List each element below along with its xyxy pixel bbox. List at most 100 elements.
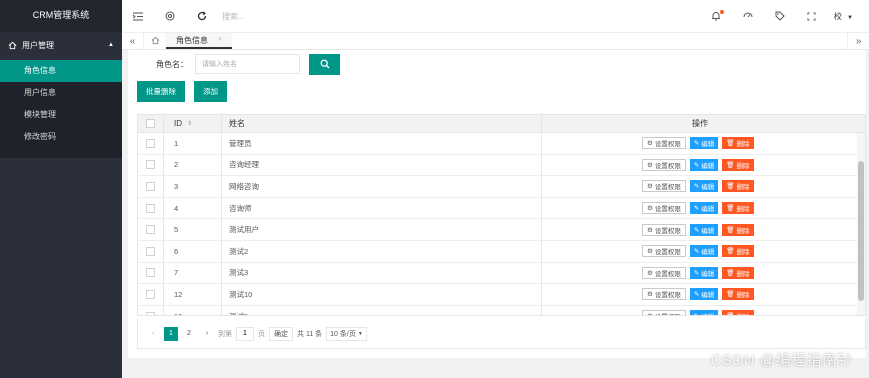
home-icon (8, 41, 17, 50)
sidebar-item-change-password[interactable]: 修改密码 (0, 126, 122, 148)
tab-scroll-right-icon[interactable]: » (847, 33, 869, 49)
cell-id: 4 (164, 197, 222, 219)
cell-id: 5 (164, 219, 222, 240)
tab-role-info[interactable]: 角色信息 × (166, 33, 232, 49)
delete-button[interactable]: 🗑删除 (722, 202, 754, 215)
column-header-name: 姓名 (222, 115, 542, 132)
sort-icon[interactable]: ⇕ (187, 120, 192, 127)
table-scrollbar[interactable] (857, 133, 865, 315)
delete-button[interactable]: 🗑删除 (722, 223, 754, 236)
set-permission-button[interactable]: ⚙设置权限 (642, 245, 686, 258)
row-checkbox[interactable] (146, 268, 155, 278)
set-permission-button[interactable]: ⚙设置权限 (642, 137, 686, 150)
batch-delete-button[interactable]: 批量删除 (137, 81, 185, 102)
tab-home[interactable] (144, 33, 166, 49)
gear-icon: ⚙ (647, 312, 653, 315)
user-menu[interactable]: 校 ▼ (828, 11, 869, 22)
trash-icon: 🗑 (726, 248, 735, 256)
goto-confirm-button[interactable]: 确定 (269, 326, 293, 341)
delete-button[interactable]: 🗑删除 (722, 180, 754, 193)
delete-button[interactable]: 🗑删除 (722, 310, 754, 315)
role-name-input[interactable] (195, 54, 300, 74)
delete-button[interactable]: 🗑删除 (722, 266, 754, 279)
fullscreen-icon[interactable] (796, 0, 828, 32)
prev-page-icon[interactable]: ‹ (146, 327, 160, 341)
search-input[interactable] (222, 11, 422, 21)
next-page-icon[interactable]: › (200, 327, 214, 341)
row-checkbox[interactable] (146, 181, 155, 191)
set-permission-label: 设置权限 (654, 184, 681, 192)
sidebar-item-role-info[interactable]: 角色信息 (0, 60, 122, 82)
row-checkbox[interactable] (146, 225, 155, 235)
delete-button[interactable]: 🗑删除 (722, 245, 754, 258)
page-2[interactable]: 2 (182, 327, 196, 341)
top-header: 校 ▼ (122, 0, 869, 32)
tag-icon[interactable] (764, 0, 796, 32)
row-checkbox[interactable] (146, 246, 155, 256)
edit-button[interactable]: ✎编辑 (689, 245, 719, 258)
pencil-icon: ✎ (693, 248, 700, 256)
set-permission-button[interactable]: ⚙设置权限 (642, 288, 686, 301)
row-checkbox[interactable] (146, 203, 155, 213)
delete-label: 删除 (736, 292, 750, 300)
edit-label: 编辑 (701, 292, 715, 300)
table-row: 4 咨询师 ⚙ 设置权限 ✎ 编辑 🗑 删除 (138, 197, 865, 220)
cell-name: 测试用户 (222, 219, 542, 240)
row-checkbox[interactable] (146, 311, 155, 315)
column-header-id[interactable]: ID ⇕ (164, 115, 222, 132)
content-card: 角色名： 批量删除 添加 ID ⇕ 姓名 操作 1管理员⚙设置权限✎编辑🗑删除2… (128, 50, 866, 358)
set-permission-button[interactable]: ⚙设置权限 (642, 158, 686, 171)
page-1[interactable]: 1 (164, 326, 178, 341)
pencil-icon: ✎ (693, 205, 700, 213)
edit-label: 编辑 (701, 141, 715, 149)
select-all-checkbox[interactable] (146, 119, 155, 128)
edit-button[interactable]: ✎编辑 (689, 180, 719, 193)
set-permission-button[interactable]: ⚙设置权限 (642, 310, 686, 315)
edit-button[interactable]: ✎编辑 (689, 202, 719, 215)
search-button[interactable] (309, 53, 340, 75)
tab-scroll-left-icon[interactable]: « (122, 33, 144, 49)
add-button[interactable]: 添加 (194, 81, 227, 102)
sidebar-item-user-info[interactable]: 用户信息 (0, 82, 122, 104)
edit-button[interactable]: ✎编辑 (689, 288, 719, 301)
theme-icon[interactable] (732, 0, 764, 32)
bell-icon[interactable] (700, 0, 732, 32)
gear-icon: ⚙ (647, 205, 653, 213)
scrollbar-thumb[interactable] (858, 161, 864, 301)
goto-page-input[interactable] (236, 326, 254, 341)
cell-name: 测试10 (222, 284, 542, 305)
cell-name: 测试5 (222, 305, 542, 315)
delete-button[interactable]: 🗑删除 (722, 158, 754, 171)
edit-button[interactable]: ✎编辑 (689, 137, 719, 150)
cell-id: 6 (164, 240, 222, 262)
sidebar-group-label: 用户管理 (22, 40, 54, 50)
row-checkbox[interactable] (146, 289, 155, 299)
page-size-select[interactable]: 10 条/页 ▼ (326, 326, 367, 341)
table-header: ID ⇕ 姓名 操作 (138, 115, 865, 133)
pencil-icon: ✎ (693, 226, 700, 234)
sidebar-item-module-management[interactable]: 模块管理 (0, 104, 122, 126)
sidebar-group-user-management[interactable]: 用户管理 ▲ (0, 32, 122, 58)
set-permission-button[interactable]: ⚙设置权限 (642, 202, 686, 215)
table-row: 1 管理员 ⚙ 设置权限 ✎ 编辑 🗑 删除 (138, 133, 865, 155)
caret-up-icon: ▲ (108, 42, 114, 48)
edit-button[interactable]: ✎编辑 (689, 266, 719, 279)
edit-button[interactable]: ✎编辑 (689, 310, 719, 315)
row-checkbox[interactable] (146, 138, 155, 148)
column-id-label: ID (174, 119, 182, 128)
set-permission-button[interactable]: ⚙设置权限 (642, 180, 686, 193)
delete-button[interactable]: 🗑删除 (722, 288, 754, 301)
edit-button[interactable]: ✎编辑 (689, 158, 719, 171)
close-icon[interactable]: × (218, 37, 222, 43)
table-row: 6 测试2 ⚙ 设置权限 ✎ 编辑 🗑 删除 (138, 240, 865, 263)
globe-icon[interactable] (154, 0, 186, 32)
delete-button[interactable]: 🗑删除 (722, 137, 754, 150)
edit-button[interactable]: ✎编辑 (689, 223, 719, 236)
refresh-icon[interactable] (186, 0, 218, 32)
table-row: 5 测试用户 ⚙ 设置权限 ✎ 编辑 🗑 删除 (138, 219, 865, 241)
set-permission-button[interactable]: ⚙设置权限 (642, 223, 686, 236)
set-permission-button[interactable]: ⚙设置权限 (642, 266, 686, 279)
trash-icon: 🗑 (726, 226, 735, 234)
row-checkbox[interactable] (146, 160, 155, 170)
menu-fold-icon[interactable] (122, 0, 154, 32)
